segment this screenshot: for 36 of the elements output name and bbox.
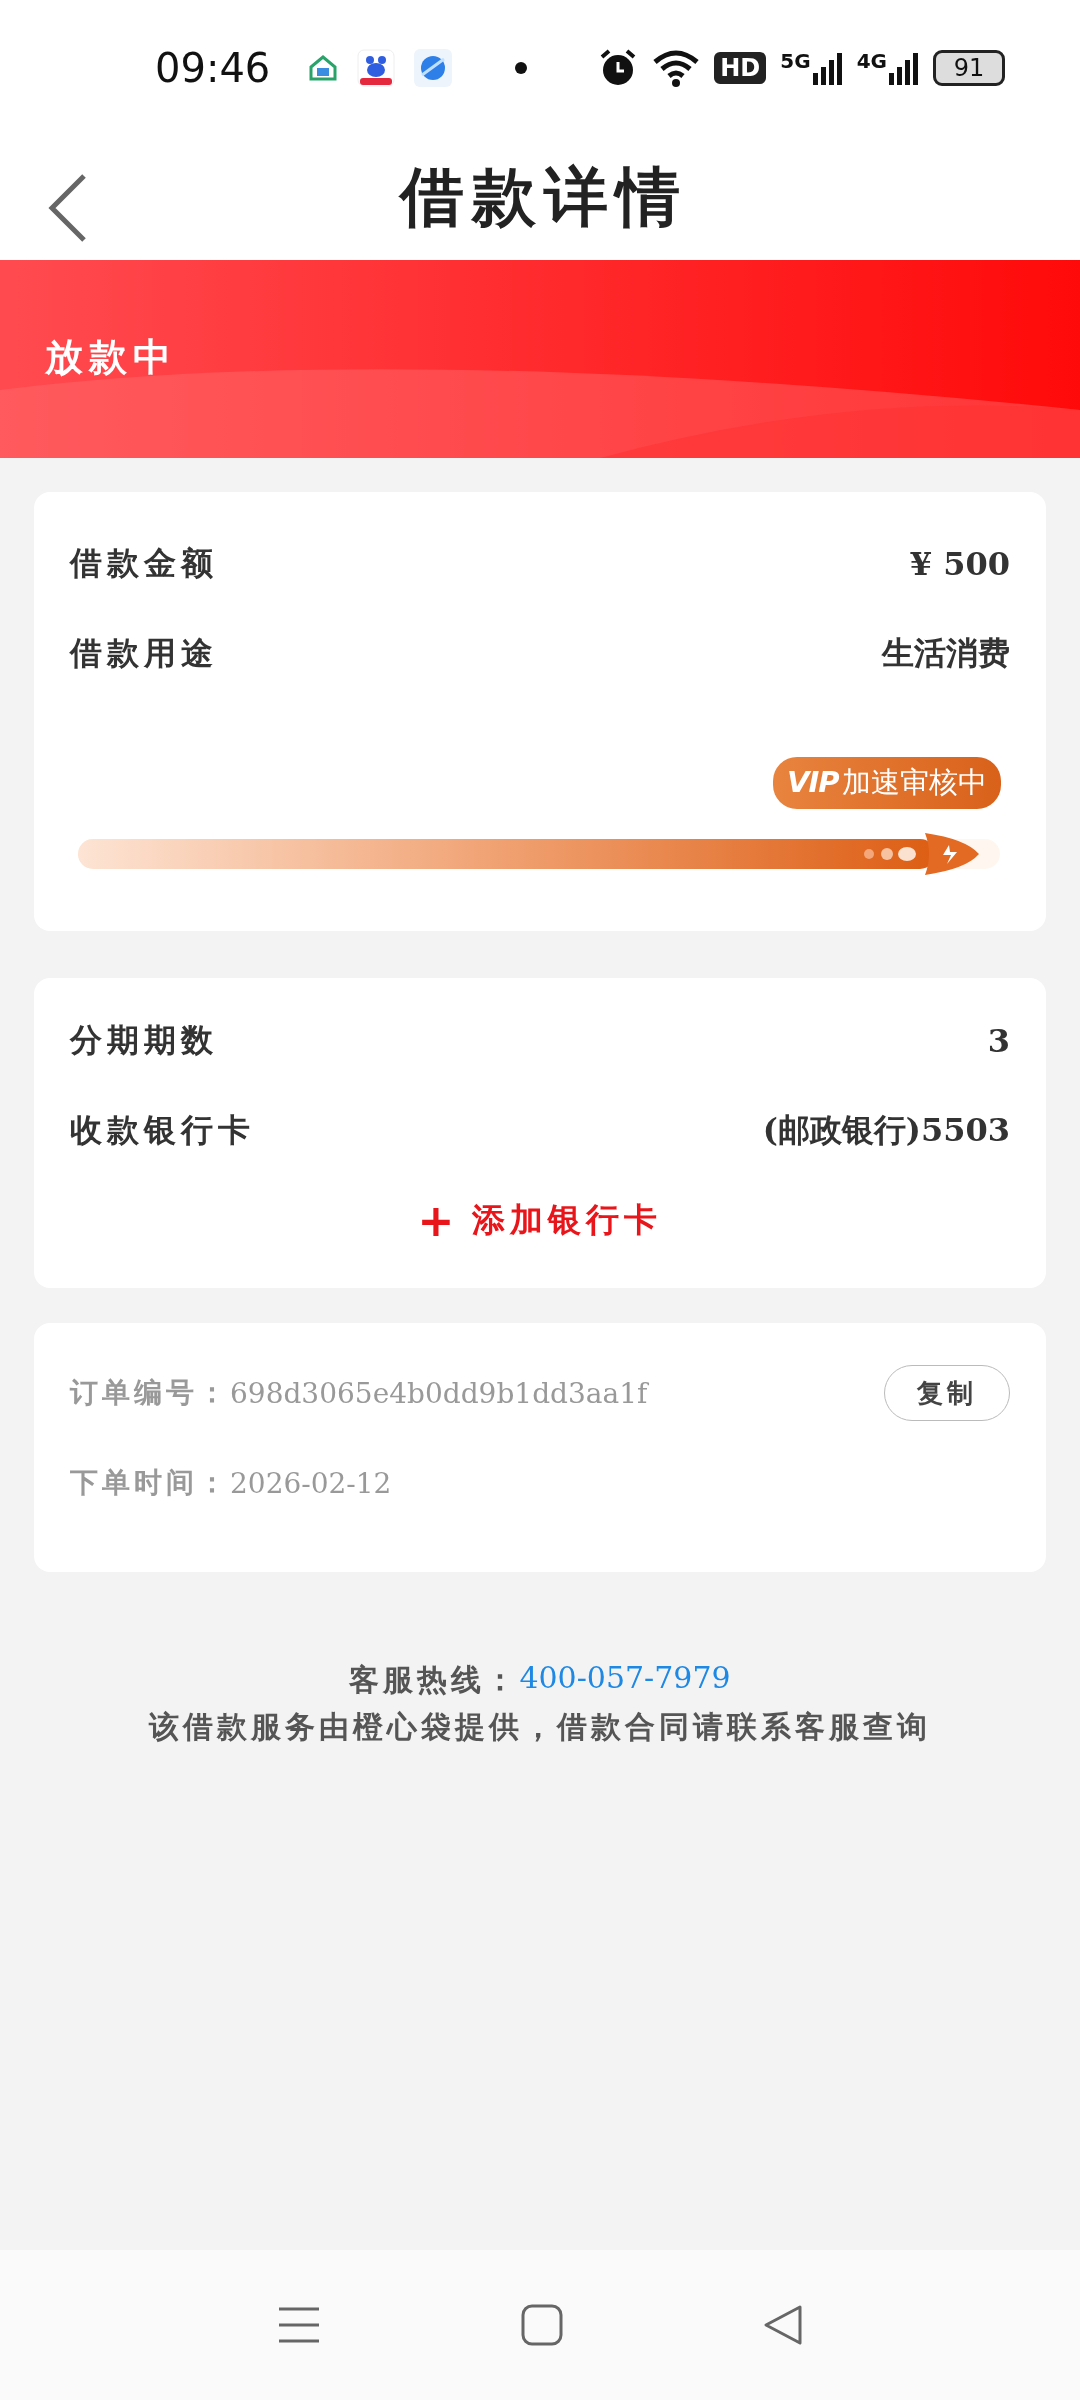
status-time: 09:46 <box>155 44 271 91</box>
signal-icon <box>889 50 919 85</box>
home-icon[interactable] <box>521 2304 563 2346</box>
add-bank-card-button[interactable]: + 添加银行卡 <box>409 1178 671 1262</box>
page-title: 借款详情 <box>397 158 688 236</box>
network-label: 4G <box>856 50 887 71</box>
browser-app-icon <box>414 48 453 87</box>
field-label: 订单编号： <box>70 1375 230 1411</box>
loan-status: 放款中 <box>45 333 177 381</box>
hotline-link[interactable]: 400-057-7979 <box>519 1660 731 1701</box>
field-label: 借款金额 <box>70 543 218 584</box>
vip-tooltip: VIP加速审核中 <box>772 757 1002 809</box>
back-icon[interactable] <box>48 173 88 243</box>
field-value: 698d3065e4b0dd9b1dd3aa1f <box>230 1376 648 1410</box>
signal-icon <box>812 50 843 85</box>
field-value: (邮政银行)5503 <box>762 1110 1010 1151</box>
back-icon[interactable] <box>763 2304 803 2346</box>
field-label: 分期期数 <box>70 1020 218 1061</box>
field-value: ¥ 500 <box>909 545 1010 583</box>
paw-app-icon <box>356 47 397 88</box>
field-value: 生活消费 <box>882 633 1010 674</box>
menu-icon[interactable] <box>277 2305 321 2345</box>
field-label: 下单时间： <box>70 1465 230 1501</box>
network-label: 5G <box>780 50 811 71</box>
wifi-icon <box>652 47 701 88</box>
home-app-icon <box>308 52 339 83</box>
field-value: 3 <box>987 1022 1010 1060</box>
field-value: 2026-02-12 <box>230 1466 392 1500</box>
field-label: 借款用途 <box>70 633 218 674</box>
dot-icon <box>514 60 529 75</box>
service-note: 该借款服务由橙心袋提供，借款合同请联系客服查询 <box>149 1708 931 1746</box>
hotline-label: 客服热线： <box>349 1661 520 1699</box>
copy-button[interactable]: 复制 <box>884 1365 1010 1421</box>
hd-indicator: HD <box>714 51 767 84</box>
battery-indicator: 91 <box>933 49 1005 86</box>
field-label: 收款银行卡 <box>70 1110 255 1151</box>
